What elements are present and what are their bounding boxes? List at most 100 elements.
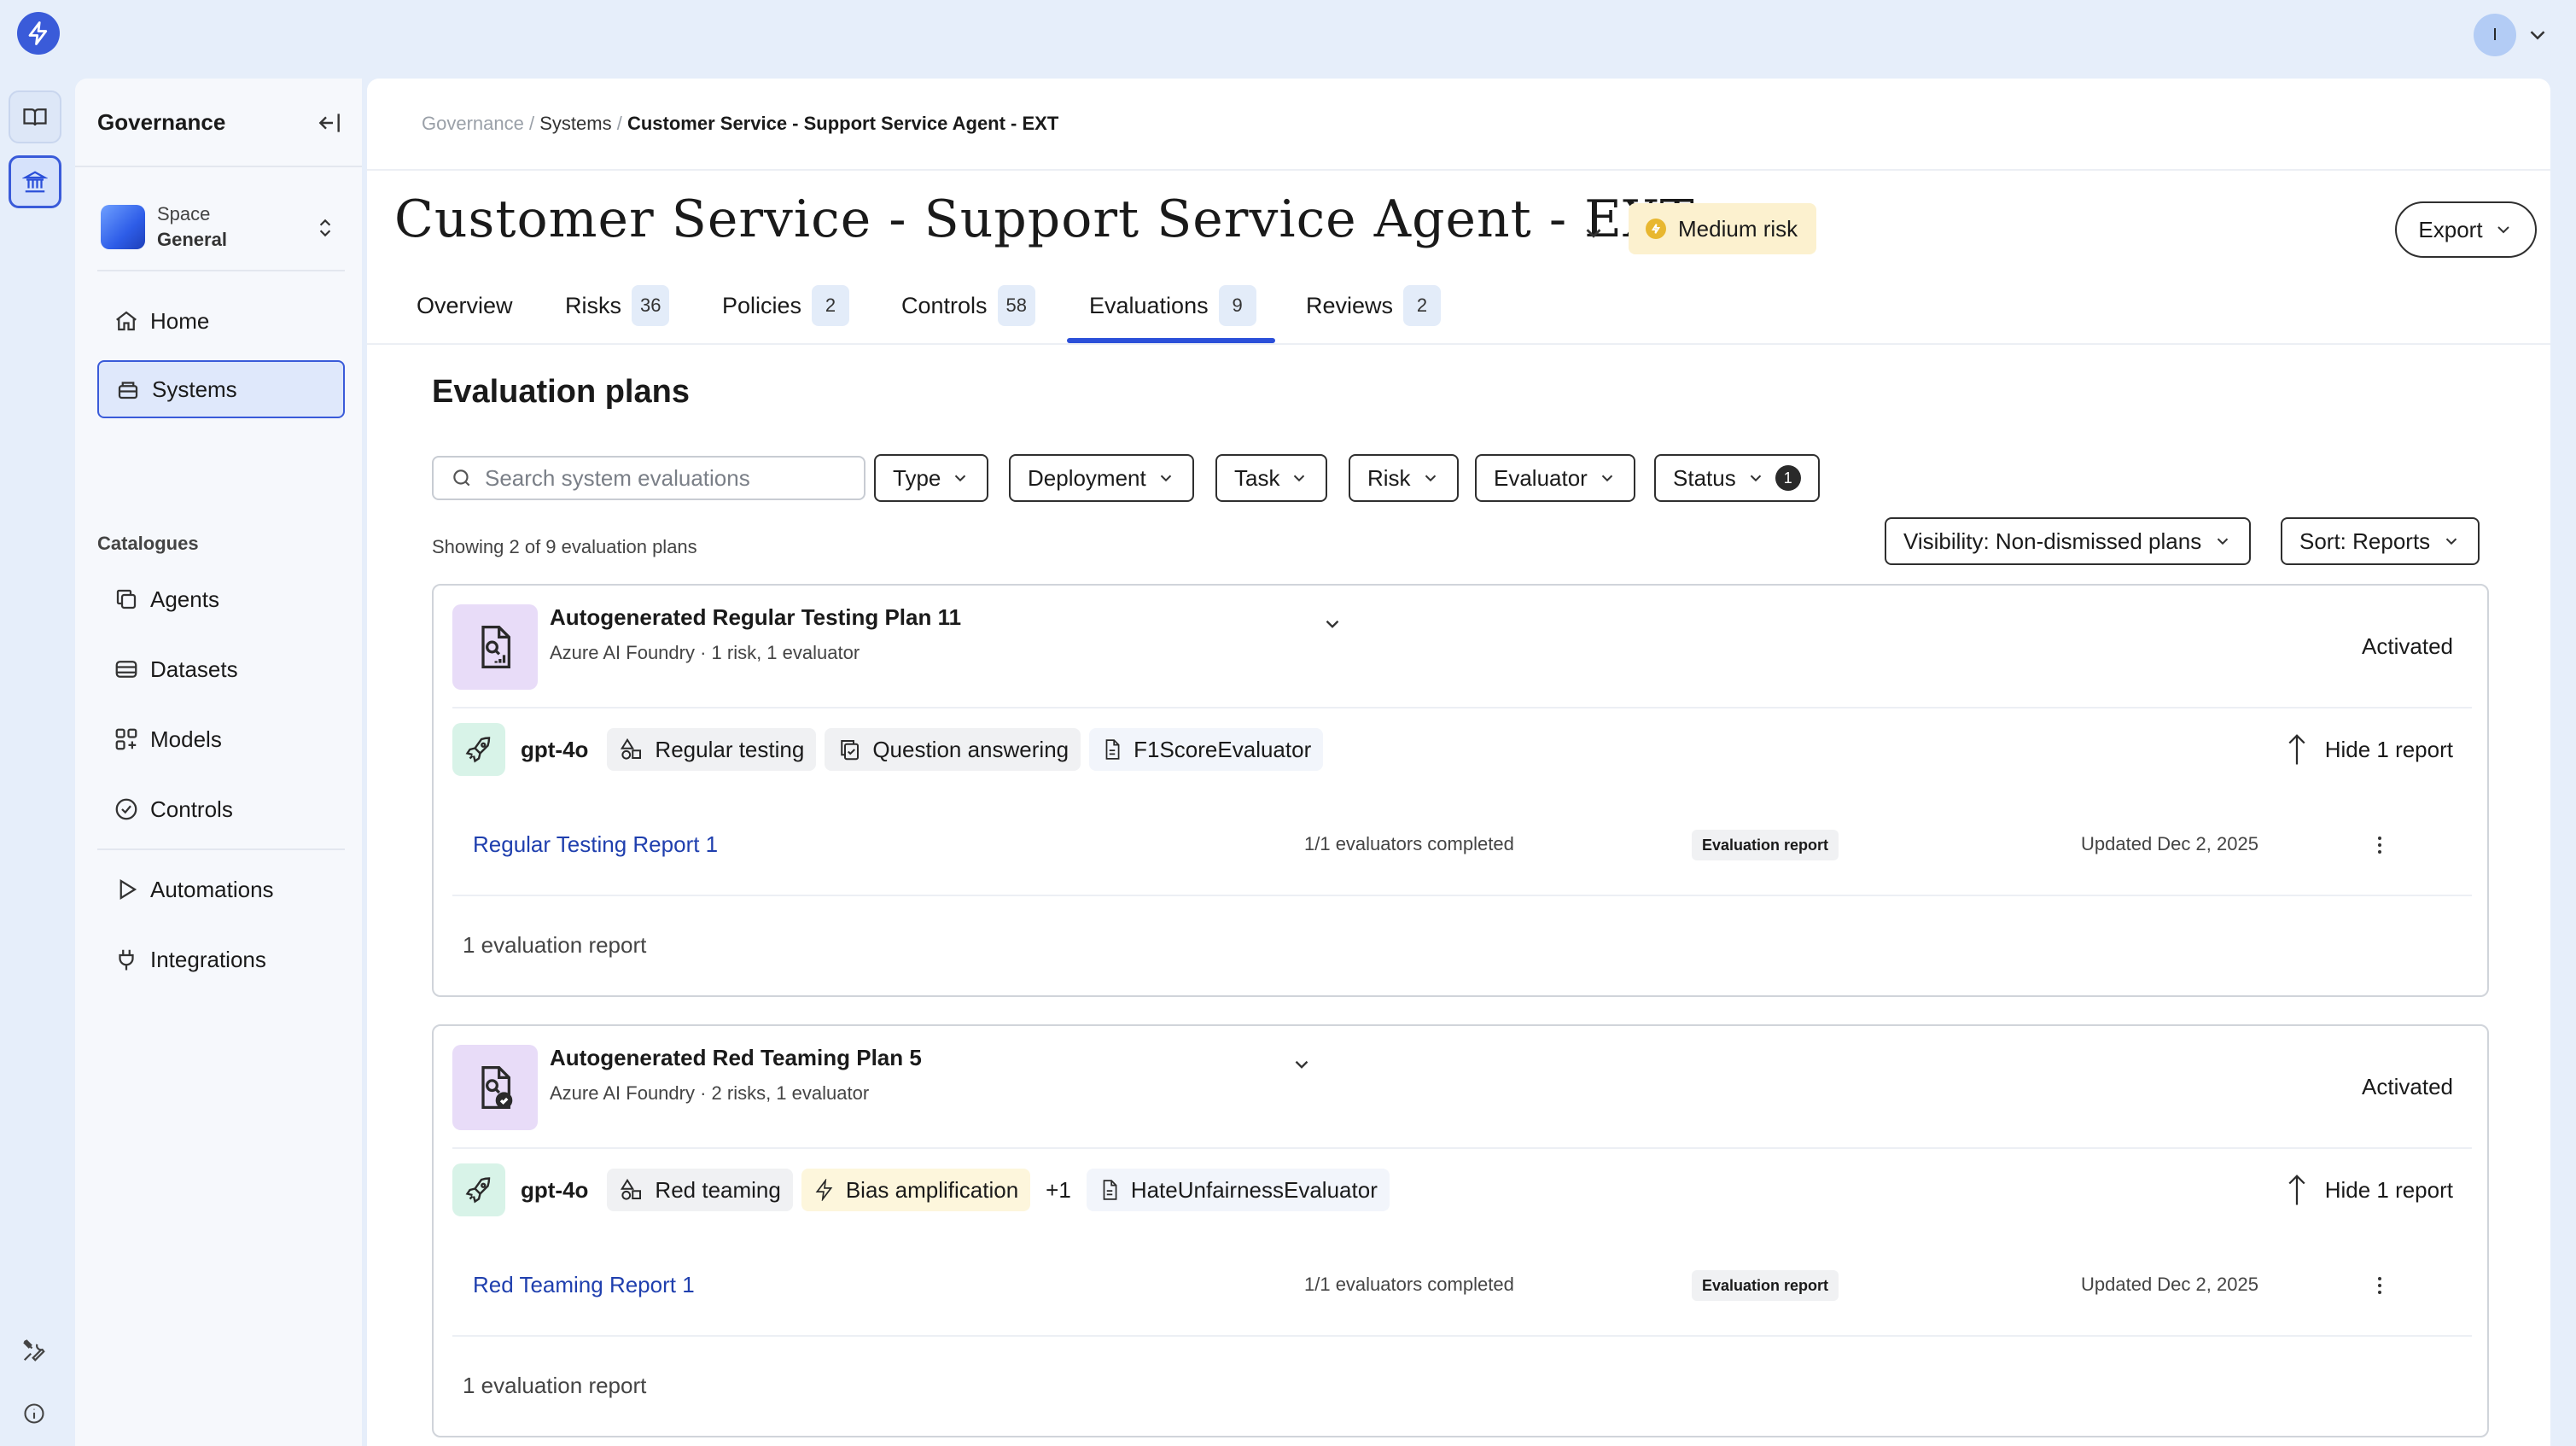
filter-status[interactable]: Status 1 xyxy=(1654,454,1820,502)
play-icon xyxy=(113,876,140,903)
tab-label: Reviews xyxy=(1306,292,1394,318)
filter-label: Evaluator xyxy=(1494,464,1588,491)
app-logo[interactable] xyxy=(17,12,60,55)
report-link[interactable]: Regular Testing Report 1 xyxy=(473,831,718,858)
divider xyxy=(97,848,345,850)
tag-risk: Bias amplification xyxy=(801,1169,1031,1211)
shapes-icon xyxy=(621,1178,642,1200)
nav-label: Controls xyxy=(150,796,233,822)
sort-dropdown[interactable]: Sort: Reports xyxy=(2281,517,2480,565)
chevron-down-icon[interactable] xyxy=(2525,22,2550,48)
doc-chart-icon xyxy=(452,604,538,690)
tag-label: Question answering xyxy=(872,736,1069,762)
plan-name[interactable]: Autogenerated Regular Testing Plan 11 xyxy=(550,604,961,631)
hide-reports-button[interactable]: Hide 1 report xyxy=(2284,1173,2453,1207)
rail-docs-button[interactable] xyxy=(9,90,61,143)
more-vertical-icon[interactable] xyxy=(2364,830,2395,860)
search-input[interactable] xyxy=(485,464,843,492)
chevron-down-icon xyxy=(1750,475,1761,482)
filter-risk[interactable]: Risk xyxy=(1349,454,1459,502)
chevron-down-icon xyxy=(2218,538,2229,545)
chevron-down-icon xyxy=(1294,475,1305,482)
tab-evaluations[interactable]: Evaluations 9 xyxy=(1089,273,1256,338)
filter-label: Type xyxy=(893,464,941,491)
sidebar: Governance Space General Home Systems Ca… xyxy=(75,79,362,1446)
results-count: Showing 2 of 9 evaluation plans xyxy=(432,536,697,557)
nav-models[interactable]: Models xyxy=(97,710,345,768)
arrow-up-icon xyxy=(2288,734,2305,765)
breadcrumb: Governance / Systems / Customer Service … xyxy=(422,113,1058,135)
more-vertical-icon[interactable] xyxy=(2364,1270,2395,1301)
nav-datasets[interactable]: Datasets xyxy=(97,640,345,698)
model-name: gpt-4o xyxy=(521,1176,589,1203)
breadcrumb-systems[interactable]: Systems xyxy=(539,113,611,134)
doc-shield-icon xyxy=(452,1045,538,1130)
nav-integrations[interactable]: Integrations xyxy=(97,930,345,988)
tab-reviews[interactable]: Reviews 2 xyxy=(1306,273,1442,338)
filter-task[interactable]: Task xyxy=(1215,454,1328,502)
hide-reports-label: Hide 1 report xyxy=(2324,1176,2453,1203)
hide-reports-button[interactable]: Hide 1 report xyxy=(2284,732,2453,767)
bolt-icon xyxy=(815,1179,833,1201)
file-icon xyxy=(1105,739,1120,760)
catalogues-heading: Catalogues xyxy=(97,533,199,554)
divider xyxy=(452,1147,2472,1149)
space-selector[interactable]: Space General xyxy=(101,195,348,263)
plan-subtitle: Azure AI Foundry · 1 risk, 1 evaluator xyxy=(550,642,860,663)
space-icon xyxy=(101,205,145,249)
shapes-icon xyxy=(621,738,642,760)
tools-icon[interactable] xyxy=(19,1335,50,1366)
tag-label: Regular testing xyxy=(655,736,805,762)
visibility-dropdown[interactable]: Visibility: Non-dismissed plans xyxy=(1885,517,2252,565)
chevron-down-icon[interactable] xyxy=(1321,613,1343,635)
tab-count: 2 xyxy=(1403,285,1442,326)
plan-subtitle: Azure AI Foundry · 2 risks, 1 evaluator xyxy=(550,1082,870,1104)
risk-level-icon xyxy=(1646,219,1666,239)
filter-evaluator[interactable]: Evaluator xyxy=(1475,454,1635,502)
chevron-down-icon[interactable] xyxy=(1291,1053,1313,1076)
report-type-badge: Evaluation report xyxy=(1692,830,1839,860)
tab-label: Controls xyxy=(901,292,988,318)
tab-overview[interactable]: Overview xyxy=(417,273,513,338)
filter-label: Deployment xyxy=(1028,464,1146,491)
nav-controls[interactable]: Controls xyxy=(97,780,345,838)
nav-agents[interactable]: Agents xyxy=(97,570,345,628)
tag-more[interactable]: +1 xyxy=(1039,1169,1078,1211)
hide-reports-label: Hide 1 report xyxy=(2324,736,2453,762)
tab-risks[interactable]: Risks 36 xyxy=(565,273,670,338)
tab-label: Evaluations xyxy=(1089,292,1209,318)
space-name: General xyxy=(157,229,227,250)
plan-status: Activated xyxy=(2362,1074,2453,1099)
divider xyxy=(367,169,2550,171)
report-type-badge: Evaluation report xyxy=(1692,1270,1839,1301)
rail-governance-button[interactable] xyxy=(9,155,61,208)
sort-label: Sort: Reports xyxy=(2299,528,2431,554)
tab-policies[interactable]: Policies 2 xyxy=(722,273,850,338)
datasets-icon xyxy=(113,656,140,683)
user-avatar[interactable]: I xyxy=(2474,14,2516,56)
tab-controls[interactable]: Controls 58 xyxy=(901,273,1036,338)
plan-name[interactable]: Autogenerated Red Teaming Plan 5 xyxy=(550,1045,922,1071)
space-label: Space xyxy=(157,203,211,224)
breadcrumb-root[interactable]: Governance xyxy=(422,113,524,134)
report-count: 1 evaluation report xyxy=(463,932,647,958)
nav-automations[interactable]: Automations xyxy=(97,860,345,918)
title-chevron-down-icon[interactable] xyxy=(1581,220,1606,246)
collapse-sidebar-icon[interactable] xyxy=(316,109,343,137)
divider xyxy=(97,270,345,271)
breadcrumb-separator: / xyxy=(528,113,535,134)
chevron-down-icon xyxy=(1601,475,1613,482)
evaluation-plan-card: Autogenerated Red Teaming Plan 5 Azure A… xyxy=(432,1024,2489,1437)
filter-type[interactable]: Type xyxy=(874,454,989,502)
report-link[interactable]: Red Teaming Report 1 xyxy=(473,1272,695,1298)
tag-label: +1 xyxy=(1046,1176,1071,1203)
nav-home[interactable]: Home xyxy=(97,292,345,350)
filter-deployment[interactable]: Deployment xyxy=(1009,454,1194,502)
nav-label: Datasets xyxy=(150,656,238,682)
tag-evaluator: F1ScoreEvaluator xyxy=(1089,728,1324,771)
nav-systems[interactable]: Systems xyxy=(97,360,345,418)
export-button[interactable]: Export xyxy=(2395,201,2537,258)
page-title: Customer Service - Support Service Agent… xyxy=(394,189,1695,249)
nav-label: Models xyxy=(150,726,222,752)
info-icon[interactable] xyxy=(19,1398,50,1429)
